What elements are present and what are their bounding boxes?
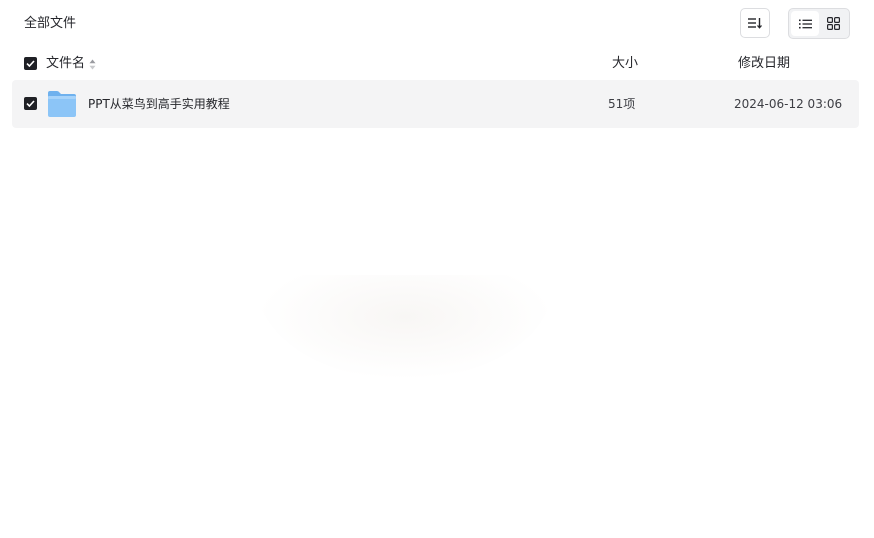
view-toggle xyxy=(788,8,850,39)
row-checkbox[interactable] xyxy=(24,97,37,110)
table-header: 文件名 大小 修改日期 xyxy=(12,52,859,76)
column-header-date: 修改日期 xyxy=(738,56,791,71)
column-header-name-label: 文件名 xyxy=(46,56,86,71)
folder-icon xyxy=(48,91,76,117)
breadcrumb[interactable]: 全部文件 xyxy=(24,14,76,34)
sort-list-icon xyxy=(748,18,762,29)
file-name[interactable]: PPT从菜鸟到高手实用教程 xyxy=(88,94,230,114)
checkmark-icon xyxy=(26,100,35,107)
grid-view-button[interactable] xyxy=(819,11,847,36)
table-row[interactable]: PPT从菜鸟到高手实用教程 51项 2024-06-12 03:06 xyxy=(12,80,859,128)
column-header-size: 大小 xyxy=(612,56,639,71)
grid-icon xyxy=(826,17,840,30)
checkmark-icon xyxy=(26,60,35,67)
column-header-name[interactable]: 文件名 xyxy=(46,54,96,74)
file-modified-date: 2024-06-12 03:06 xyxy=(734,97,843,111)
sort-button[interactable] xyxy=(740,8,770,38)
background-watermark xyxy=(255,275,555,380)
select-all-checkbox[interactable] xyxy=(24,57,37,70)
list-icon xyxy=(798,19,812,28)
list-view-button[interactable] xyxy=(791,11,819,36)
sort-arrows-icon xyxy=(89,59,96,70)
file-size: 51项 xyxy=(608,97,636,111)
